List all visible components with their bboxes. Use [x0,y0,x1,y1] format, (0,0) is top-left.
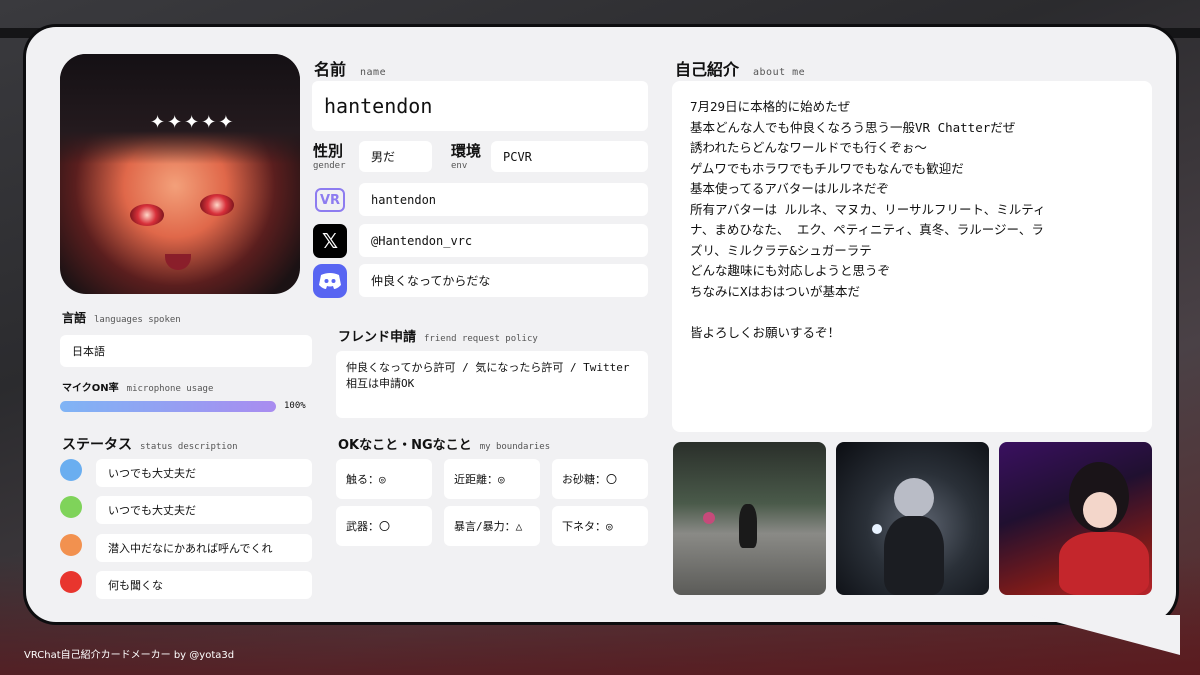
boundary-dirty-jokes: 下ネタ：◎ [552,506,648,546]
status-dot-red [60,571,82,593]
mic-usage-percent: 100% [284,401,306,411]
about-line: 基本どんな人でも仲良くなろう思う一般VR Chatterだぜ [690,119,1016,135]
vrchat-id-field: hantendon [359,183,648,216]
gender-label: 性別 gender [313,142,346,171]
name-heading-en: name [360,67,387,78]
x-icon: 𝕏 [313,224,347,258]
discord-icon [313,264,347,298]
status-dot-green [60,496,82,518]
about-line: 皆よろしくお願いするぞ！ [690,324,841,340]
mic-usage-bar [60,401,276,412]
about-line: どんな趣味にも対応しようと思うぞ [690,263,891,278]
vrchat-icon: VR [313,183,347,217]
photo-world-3 [999,442,1152,595]
boundary-touch: 触る：◎ [336,459,432,499]
avatar-image: ✦✦✦✦✦ [60,54,300,294]
status-text-red: 何も聞くな [96,571,312,599]
boundary-close-distance: 近距離：◎ [444,459,540,499]
status-dot-blue [60,459,82,481]
about-line: ゲムワでもホラワでもチルワでもなんでも歓迎だ [690,160,964,176]
photo-world-2 [836,442,989,595]
status-text-orange: 潜入中だなにかあれば呼んでくれ [96,534,312,562]
x-id-field: @Hantendon_vrc [359,224,648,257]
languages-heading: 言語 languages spoken [62,311,181,325]
boundary-violence: 暴言/暴力：△ [444,506,540,546]
about-line: ちなみにXはおはついが基本だ [690,283,861,299]
about-line: ナ、まめひなた、 エク、ペティニティ、真冬、ラルージー、ラ [690,222,1044,237]
friend-request-heading: フレンド申請 friend request policy [338,330,538,345]
about-line: 基本使ってるアバターはルルネだぞ [690,181,889,196]
avatar-mouth [165,254,191,270]
boundaries-heading: OKなこと・NGなこと my boundaries [338,438,551,453]
avatar-crown: ✦✦✦✦✦ [150,112,236,133]
env-field: PCVR [491,141,648,172]
name-heading-label: 名前 [314,60,347,79]
status-text-green: いつでも大丈夫だ [96,496,312,524]
boundary-osatou: お砂糖：〇 [552,459,648,499]
env-label: 環境 env [451,142,482,171]
about-line [690,302,1134,323]
name-heading: 名前 name [314,56,386,80]
status-heading: ステータス status description [62,437,238,453]
avatar-hair [60,54,300,164]
about-line: 7月29日に本格的に始めたぜ [690,99,851,114]
avatar-eye-right [200,194,234,216]
photo-world-1 [673,442,826,595]
about-line: 所有アバターは ルルネ、マヌカ、リーサルフリート、ミルティ [690,201,1046,217]
about-heading: 自己紹介 about me [675,60,806,79]
status-text-blue: いつでも大丈夫だ [96,459,312,487]
friend-request-policy: 仲良くなってから許可 / 気になったら許可 / Twitter相互は申請OK [336,351,648,418]
name-field: hantendon [312,81,648,131]
about-me-text: 7月29日に本格的に始めたぜ 基本どんな人でも仲良くなろう思う一般VR Chat… [672,81,1152,432]
boundary-weapons: 武器：〇 [336,506,432,546]
footer-credit: VRChat自己紹介カードメーカー by @yota3d [24,650,235,661]
avatar-eye-left [130,204,164,226]
status-dot-orange [60,534,82,556]
languages-field: 日本語 [60,335,312,367]
gender-field: 男だ [359,141,432,172]
about-line: ズリ、ミルクラテ&シュガーラテ [690,242,872,258]
mic-heading: マイクON率 microphone usage [62,383,214,394]
about-line: 誘われたらどんなワールドでも行くぞぉ～ [690,140,927,155]
discord-id-field: 仲良くなってからだな [359,264,648,297]
